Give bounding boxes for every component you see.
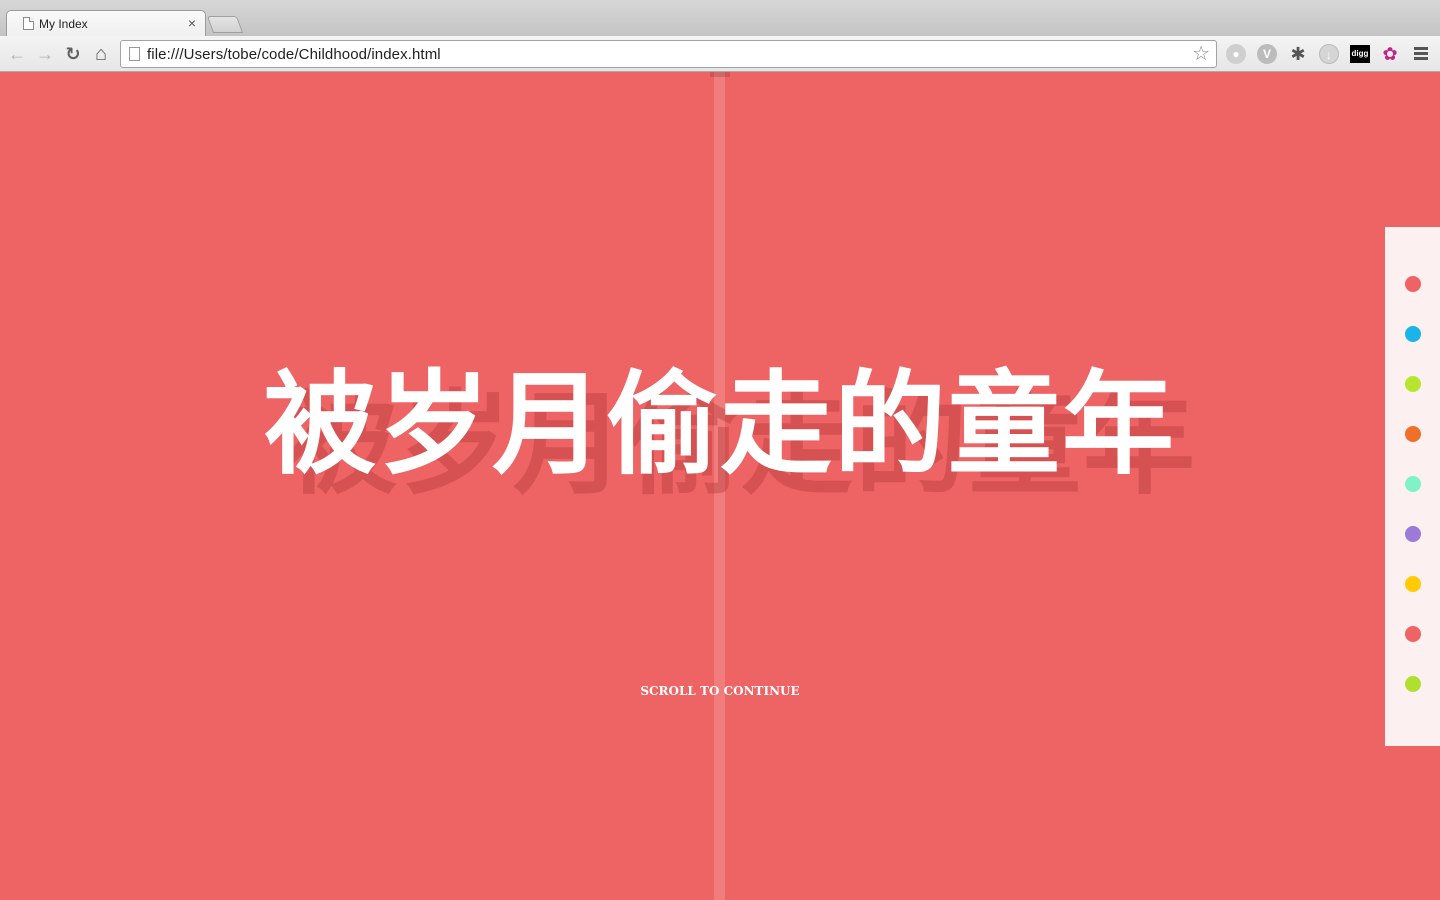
nav-dot-4[interactable] (1405, 426, 1421, 442)
nav-dot-6[interactable] (1405, 526, 1421, 542)
nav-dot-7[interactable] (1405, 576, 1421, 592)
tab-title: My Index (39, 17, 88, 31)
digg-extension-icon[interactable]: digg (1350, 45, 1370, 63)
nav-dot-9[interactable] (1405, 676, 1421, 692)
browser-toolbar: ← → ↻ ⌂ file:///Users/tobe/code/Childhoo… (0, 36, 1440, 72)
forward-icon[interactable]: → (33, 42, 57, 66)
nav-dot-2[interactable] (1405, 326, 1421, 342)
page-icon (129, 47, 140, 61)
page-content: 被岁月偷走的童年 被岁月偷走的童年 SCROLL TO CONTINUE (0, 72, 1440, 900)
globe-extension-icon[interactable]: ● (1226, 44, 1246, 64)
address-bar[interactable]: file:///Users/tobe/code/Childhood/index.… (120, 40, 1217, 68)
dot-navigation (1385, 227, 1440, 746)
url-text: file:///Users/tobe/code/Childhood/index.… (147, 46, 441, 63)
browser-tab[interactable]: My Index × (6, 10, 206, 37)
bookmark-star-icon[interactable]: ☆ (1192, 43, 1210, 65)
close-icon[interactable]: × (188, 15, 196, 31)
page-title: 被岁月偷走的童年 (264, 359, 1176, 490)
bug-extension-icon[interactable]: ✱ (1288, 44, 1308, 64)
new-tab-button[interactable] (206, 16, 244, 33)
nav-dot-8[interactable] (1405, 626, 1421, 642)
home-icon[interactable]: ⌂ (89, 42, 113, 66)
scroll-hint: SCROLL TO CONTINUE (640, 684, 800, 698)
download-extension-icon[interactable]: ↓ (1319, 44, 1339, 64)
flower-extension-icon[interactable]: ✿ (1380, 44, 1400, 64)
nav-dot-3[interactable] (1405, 376, 1421, 392)
menu-icon[interactable] (1414, 47, 1428, 62)
back-icon[interactable]: ← (5, 42, 29, 66)
center-divider-cap (710, 72, 730, 77)
nav-dot-1[interactable] (1405, 276, 1421, 292)
v-extension-icon[interactable]: V (1257, 44, 1277, 64)
nav-dot-5[interactable] (1405, 476, 1421, 492)
reload-icon[interactable]: ↻ (61, 42, 85, 66)
page-icon (23, 17, 34, 30)
tab-strip: My Index × (0, 0, 1440, 37)
